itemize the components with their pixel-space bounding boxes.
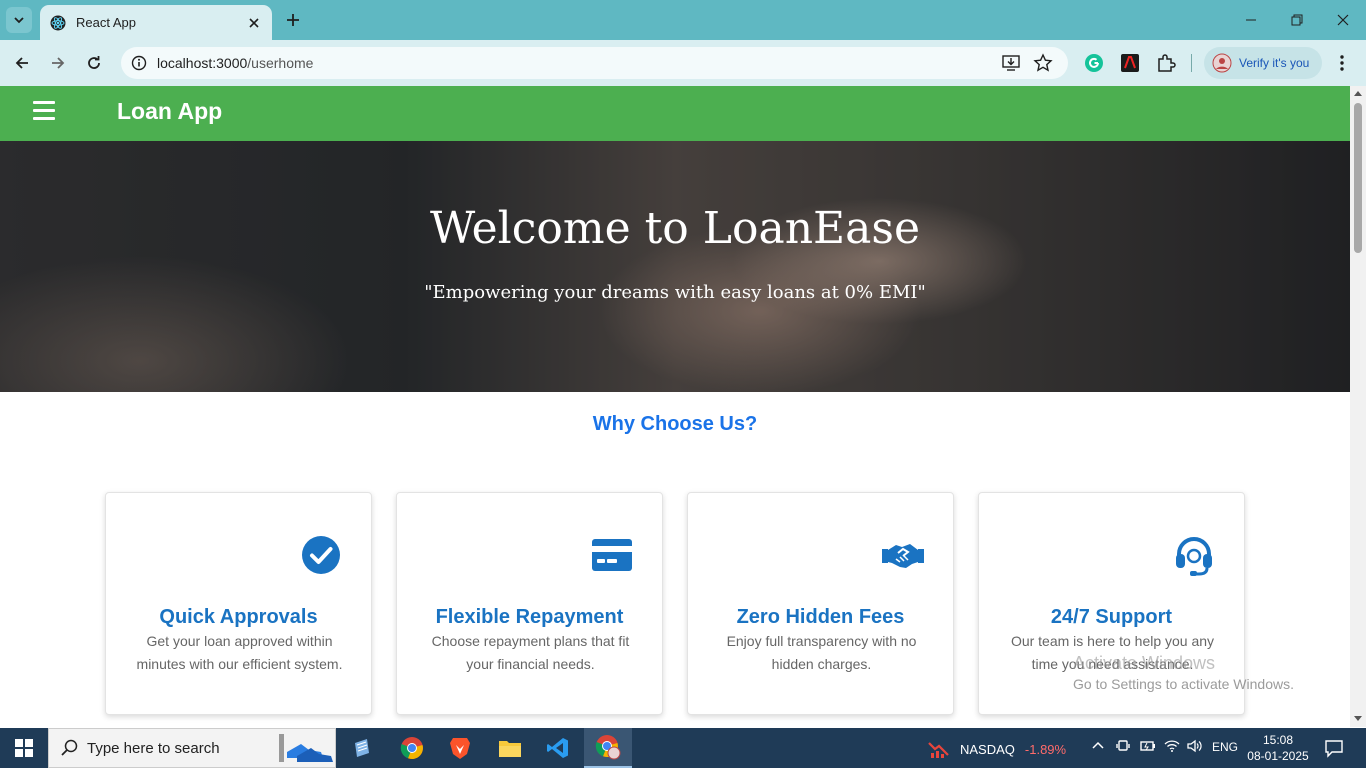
feature-card: Quick Approvals Get your loan approved w… [105, 492, 372, 715]
windows-logo-icon [15, 739, 33, 757]
minimize-icon [1246, 19, 1256, 21]
bookmark-star-icon[interactable] [1033, 53, 1053, 78]
feature-card: Flexible Repayment Choose repayment plan… [396, 492, 663, 715]
chevron-up-icon [1092, 741, 1104, 749]
feature-title: 24/7 Support [1050, 606, 1173, 628]
search-icon [61, 739, 78, 756]
ticker-name: NASDAQ [960, 741, 1015, 757]
site-info-icon[interactable] [129, 53, 149, 73]
chevron-down-icon [14, 17, 24, 24]
forward-button[interactable] [45, 50, 71, 76]
hero-title: Welcome to LoanEase [429, 203, 921, 254]
scroll-thumb[interactable] [1354, 103, 1362, 253]
taskbar-chrome-app[interactable] [388, 728, 436, 768]
chrome-profile-icon [595, 735, 621, 760]
chrome-icon [400, 737, 423, 760]
avatar [1212, 53, 1232, 73]
check-circle-icon [299, 533, 343, 577]
minimize-button[interactable] [1228, 0, 1274, 40]
clock-date: 08-01-2025 [1247, 749, 1309, 763]
tab-strip: React App [0, 0, 1366, 40]
url-path: /userhome [247, 55, 314, 71]
feature-description: Get your loan approved within minutes wi… [136, 633, 343, 672]
system-clock[interactable]: 15:08 08-01-2025 [1246, 732, 1310, 764]
new-tab-button[interactable] [282, 9, 304, 31]
brave-icon [450, 738, 470, 759]
app-navbar: Loan App [0, 86, 1350, 141]
app-brand[interactable]: Loan App [117, 98, 222, 125]
plus-icon [287, 14, 299, 26]
taskbar-chrome-profile-app[interactable] [584, 728, 632, 768]
show-hidden-icons-button[interactable] [1091, 738, 1105, 755]
grammarly-extension-icon[interactable] [1084, 53, 1104, 78]
url-host: localhost:3000 [157, 55, 248, 71]
more-menu-icon[interactable] [1334, 53, 1350, 78]
search-placeholder: Type here to search [87, 739, 220, 757]
taskbar-brave-app[interactable] [436, 728, 484, 768]
feature-description: Enjoy full transparency with no hidden c… [726, 633, 917, 672]
address-bar[interactable]: localhost:3000/userhome [121, 47, 1068, 79]
hero-subtitle: "Empowering your dreams with easy loans … [424, 282, 926, 303]
tab-title: React App [76, 15, 136, 30]
page-scrollbar[interactable] [1350, 86, 1366, 727]
feature-card: Zero Hidden Fees Enjoy full transparency… [687, 492, 954, 715]
scroll-down-arrow-icon[interactable] [1354, 716, 1362, 721]
arrow-right-icon [52, 57, 65, 69]
stock-ticker-widget[interactable]: NASDAQ -1.89% [928, 739, 1066, 759]
hamburger-menu-icon[interactable] [33, 101, 55, 121]
notification-center-icon[interactable] [1324, 738, 1344, 763]
react-logo-icon [50, 15, 66, 30]
activate-windows-title: Activate Windows [1073, 653, 1216, 673]
ticker-change: -1.89% [1024, 741, 1067, 757]
feature-title: Quick Approvals [159, 606, 318, 628]
start-button[interactable] [0, 728, 48, 768]
extensions-puzzle-icon[interactable] [1156, 53, 1176, 78]
wifi-icon[interactable] [1164, 738, 1180, 757]
scroll-up-arrow-icon[interactable] [1354, 91, 1362, 96]
restore-icon [1291, 14, 1303, 26]
close-window-button[interactable] [1320, 0, 1366, 40]
language-indicator[interactable]: ENG [1212, 740, 1238, 754]
back-button[interactable] [9, 50, 35, 76]
stock-chart-icon [928, 742, 949, 758]
close-tab-icon[interactable] [246, 15, 262, 31]
adobe-extension-icon[interactable] [1120, 53, 1140, 78]
install-app-icon[interactable] [1001, 53, 1021, 78]
taskbar-notes-app[interactable] [338, 728, 386, 768]
arrow-left-icon [15, 57, 28, 69]
notes-icon [355, 739, 369, 757]
clock-time: 15:08 [1262, 733, 1294, 747]
hero-banner: Welcome to LoanEase "Empowering your dre… [0, 141, 1350, 392]
hero-overlay [0, 141, 1350, 392]
folder-icon [499, 741, 521, 757]
battery-icon[interactable] [1140, 738, 1156, 757]
close-icon [1337, 14, 1349, 26]
taskbar-vscode[interactable] [534, 728, 582, 768]
volume-icon[interactable] [1186, 738, 1202, 757]
vscode-icon [547, 738, 568, 758]
feature-title: Flexible Repayment [435, 606, 624, 628]
toolbar-separator [1191, 54, 1192, 72]
handshake-icon [881, 533, 925, 577]
windows-taskbar: Type here to search NASDAQ -1.89% ENG 15… [0, 728, 1366, 768]
taskbar-file-explorer[interactable] [486, 728, 534, 768]
meet-now-icon[interactable] [1116, 738, 1130, 757]
reload-icon [88, 56, 100, 69]
taskbar-search[interactable]: Type here to search [48, 728, 336, 768]
browser-tab[interactable]: React App [40, 5, 272, 40]
url-text: localhost:3000/userhome [157, 55, 313, 71]
headset-icon [1172, 533, 1216, 577]
profile-button[interactable]: Verify it's you [1204, 47, 1322, 79]
feature-description: Choose repayment plans that fit your fin… [431, 633, 630, 672]
sneakers-decoration-icon [279, 734, 333, 762]
tab-search-button[interactable] [6, 7, 32, 33]
feature-title: Zero Hidden Fees [736, 606, 905, 628]
activate-windows-hint: Go to Settings to activate Windows. [1073, 676, 1294, 692]
credit-card-icon [590, 533, 634, 577]
features-heading: Why Choose Us? [592, 413, 758, 435]
profile-label: Verify it's you [1239, 56, 1310, 70]
reload-button[interactable] [81, 50, 107, 76]
restore-button[interactable] [1274, 0, 1320, 40]
